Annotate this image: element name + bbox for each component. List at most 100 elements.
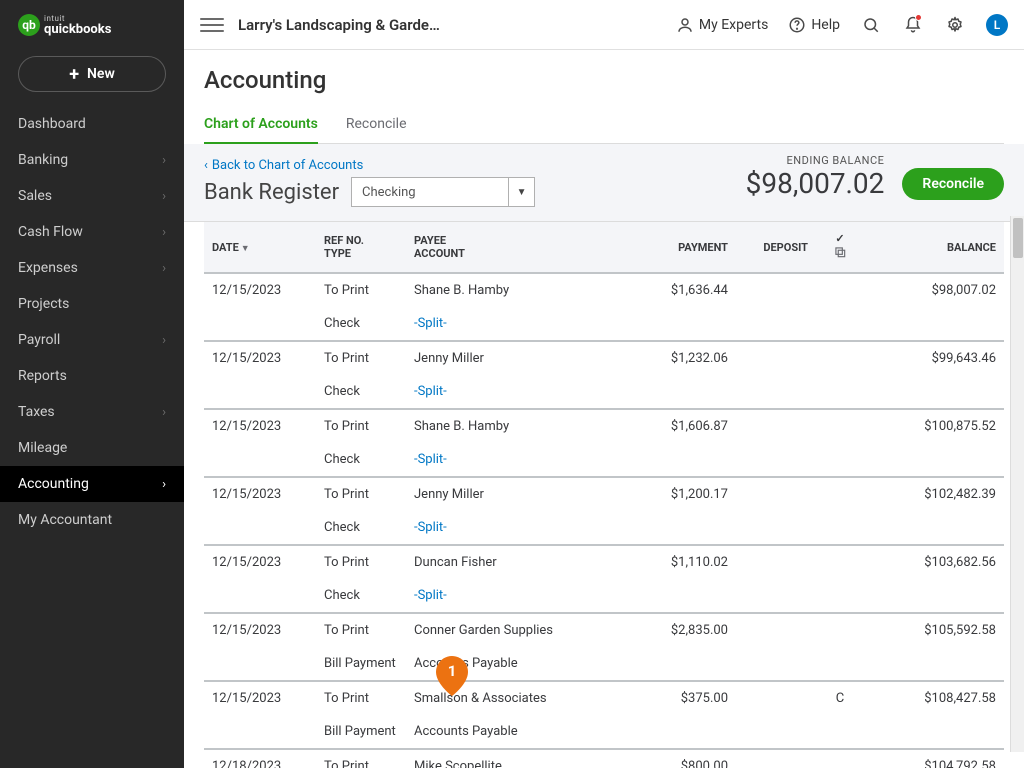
cell-deposit (736, 341, 816, 375)
cell-rec (816, 613, 864, 647)
sidebar-item-my-accountant[interactable]: My Accountant (0, 502, 184, 538)
cell-type: Check (316, 443, 406, 477)
sidebar-item-sales[interactable]: Sales› (0, 178, 184, 214)
table-row[interactable]: Check-Split- (204, 511, 1004, 545)
col-date[interactable]: DATE▼ (204, 222, 316, 273)
table-row[interactable]: 12/18/2023To PrintMike Scopellite$800.00… (204, 749, 1004, 768)
sidebar-item-expenses[interactable]: Expenses› (0, 250, 184, 286)
table-row[interactable]: 12/15/2023To PrintDuncan Fisher$1,110.02… (204, 545, 1004, 579)
help-link[interactable]: Help (788, 16, 840, 34)
my-experts-label: My Experts (699, 17, 768, 33)
col-deposit[interactable]: DEPOSIT (736, 222, 816, 273)
cell-rec (816, 341, 864, 375)
vertical-scrollbar[interactable] (1010, 216, 1024, 752)
attachment-icon (833, 245, 847, 259)
account-select[interactable]: Checking ▼ (351, 177, 535, 207)
sidebar-item-label: Reports (18, 368, 67, 384)
sidebar-item-label: Sales (18, 188, 52, 204)
cell-payee: Conner Garden Supplies (406, 613, 636, 647)
scrollbar-thumb[interactable] (1013, 218, 1023, 258)
user-avatar[interactable]: L (986, 14, 1008, 36)
col-payment[interactable]: PAYMENT (636, 222, 736, 273)
cell-date: 12/15/2023 (204, 341, 316, 375)
cell-balance: $105,592.58 (864, 613, 1004, 647)
table-row[interactable]: Bill PaymentAccounts Payable (204, 647, 1004, 681)
reconcile-button[interactable]: Reconcile (902, 168, 1004, 200)
cell-payment: $800.00 (636, 749, 736, 768)
table-row[interactable]: Check-Split- (204, 375, 1004, 409)
search-button[interactable] (860, 14, 882, 36)
sidebar-item-reports[interactable]: Reports (0, 358, 184, 394)
gear-icon (946, 16, 964, 34)
col-ref-type[interactable]: REF NO. TYPE (316, 222, 406, 273)
sidebar-item-dashboard[interactable]: Dashboard (0, 106, 184, 142)
table-row[interactable]: Check-Split- (204, 443, 1004, 477)
my-experts-link[interactable]: My Experts (676, 16, 768, 34)
cell-type: Check (316, 307, 406, 341)
sidebar-item-label: Banking (18, 152, 68, 168)
sidebar-item-label: Dashboard (18, 116, 86, 132)
menu-toggle-button[interactable] (200, 13, 224, 37)
new-button[interactable]: + New (18, 56, 166, 92)
sidebar-item-banking[interactable]: Banking› (0, 142, 184, 178)
cell-account[interactable]: -Split- (406, 579, 636, 613)
cell-date: 12/15/2023 (204, 681, 316, 715)
sidebar-item-label: Mileage (18, 440, 67, 456)
cell-type: Check (316, 375, 406, 409)
cell-balance: $100,875.52 (864, 409, 1004, 443)
person-icon (676, 16, 694, 34)
cell-account: Accounts Payable (406, 647, 636, 681)
table-row[interactable]: Check-Split- (204, 307, 1004, 341)
table-row[interactable]: 12/15/2023To PrintJenny Miller$1,200.17$… (204, 477, 1004, 511)
sidebar-item-label: Projects (18, 296, 69, 312)
settings-button[interactable] (944, 14, 966, 36)
col-reconcile-status[interactable]: ✓ (816, 222, 864, 273)
cell-account: Accounts Payable (406, 715, 636, 749)
chevron-right-icon: › (162, 225, 166, 240)
table-row[interactable]: Check-Split- (204, 579, 1004, 613)
cell-ref: To Print (316, 409, 406, 443)
brand-name-label: quickbooks (44, 23, 111, 36)
table-row[interactable]: 12/15/2023To PrintShane B. Hamby$1,636.4… (204, 273, 1004, 307)
cell-account[interactable]: -Split- (406, 375, 636, 409)
cell-payee: Smallson & Associates (406, 681, 636, 715)
sidebar-item-payroll[interactable]: Payroll› (0, 322, 184, 358)
cell-payee: Jenny Miller (406, 341, 636, 375)
cell-payment: $1,636.44 (636, 273, 736, 307)
sidebar-item-mileage[interactable]: Mileage (0, 430, 184, 466)
cell-balance: $99,643.46 (864, 341, 1004, 375)
cell-account[interactable]: -Split- (406, 307, 636, 341)
cell-deposit (736, 749, 816, 768)
notifications-button[interactable] (902, 14, 924, 36)
sidebar-item-accounting[interactable]: Accounting› (0, 466, 184, 502)
table-row[interactable]: 12/15/2023To PrintShane B. Hamby$1,606.8… (204, 409, 1004, 443)
table-row[interactable]: 12/15/2023To PrintJenny Miller$1,232.06$… (204, 341, 1004, 375)
cell-account[interactable]: -Split- (406, 511, 636, 545)
cell-type: Bill Payment (316, 715, 406, 749)
notification-dot (915, 14, 922, 21)
back-link[interactable]: ‹ Back to Chart of Accounts (204, 158, 363, 173)
col-balance[interactable]: BALANCE (864, 222, 1004, 273)
cell-ref: To Print (316, 613, 406, 647)
table-row[interactable]: Bill PaymentAccounts Payable (204, 715, 1004, 749)
cell-payee: Shane B. Hamby (406, 409, 636, 443)
sidebar-item-taxes[interactable]: Taxes› (0, 394, 184, 430)
cell-balance: $104,792.58 (864, 749, 1004, 768)
table-row[interactable]: 12/15/2023To PrintSmallson & Associates$… (204, 681, 1004, 715)
cell-rec (816, 545, 864, 579)
table-row[interactable]: 12/15/2023To PrintConner Garden Supplies… (204, 613, 1004, 647)
sort-down-icon: ▼ (241, 244, 250, 254)
cell-ref: To Print (316, 273, 406, 307)
col-payee-account[interactable]: PAYEE ACCOUNT (406, 222, 636, 273)
cell-type: Bill Payment (316, 647, 406, 681)
sidebar-item-label: Expenses (18, 260, 78, 276)
cell-deposit (736, 613, 816, 647)
main-area: Larry's Landscaping & Garde… My Experts … (184, 0, 1024, 768)
cell-account[interactable]: -Split- (406, 443, 636, 477)
tab-chart-of-accounts[interactable]: Chart of Accounts (204, 108, 318, 144)
tab-reconcile[interactable]: Reconcile (346, 108, 407, 144)
cell-balance: $103,682.56 (864, 545, 1004, 579)
sidebar-item-cash-flow[interactable]: Cash Flow› (0, 214, 184, 250)
sidebar-item-projects[interactable]: Projects (0, 286, 184, 322)
qb-logo-icon: qb (18, 14, 40, 36)
